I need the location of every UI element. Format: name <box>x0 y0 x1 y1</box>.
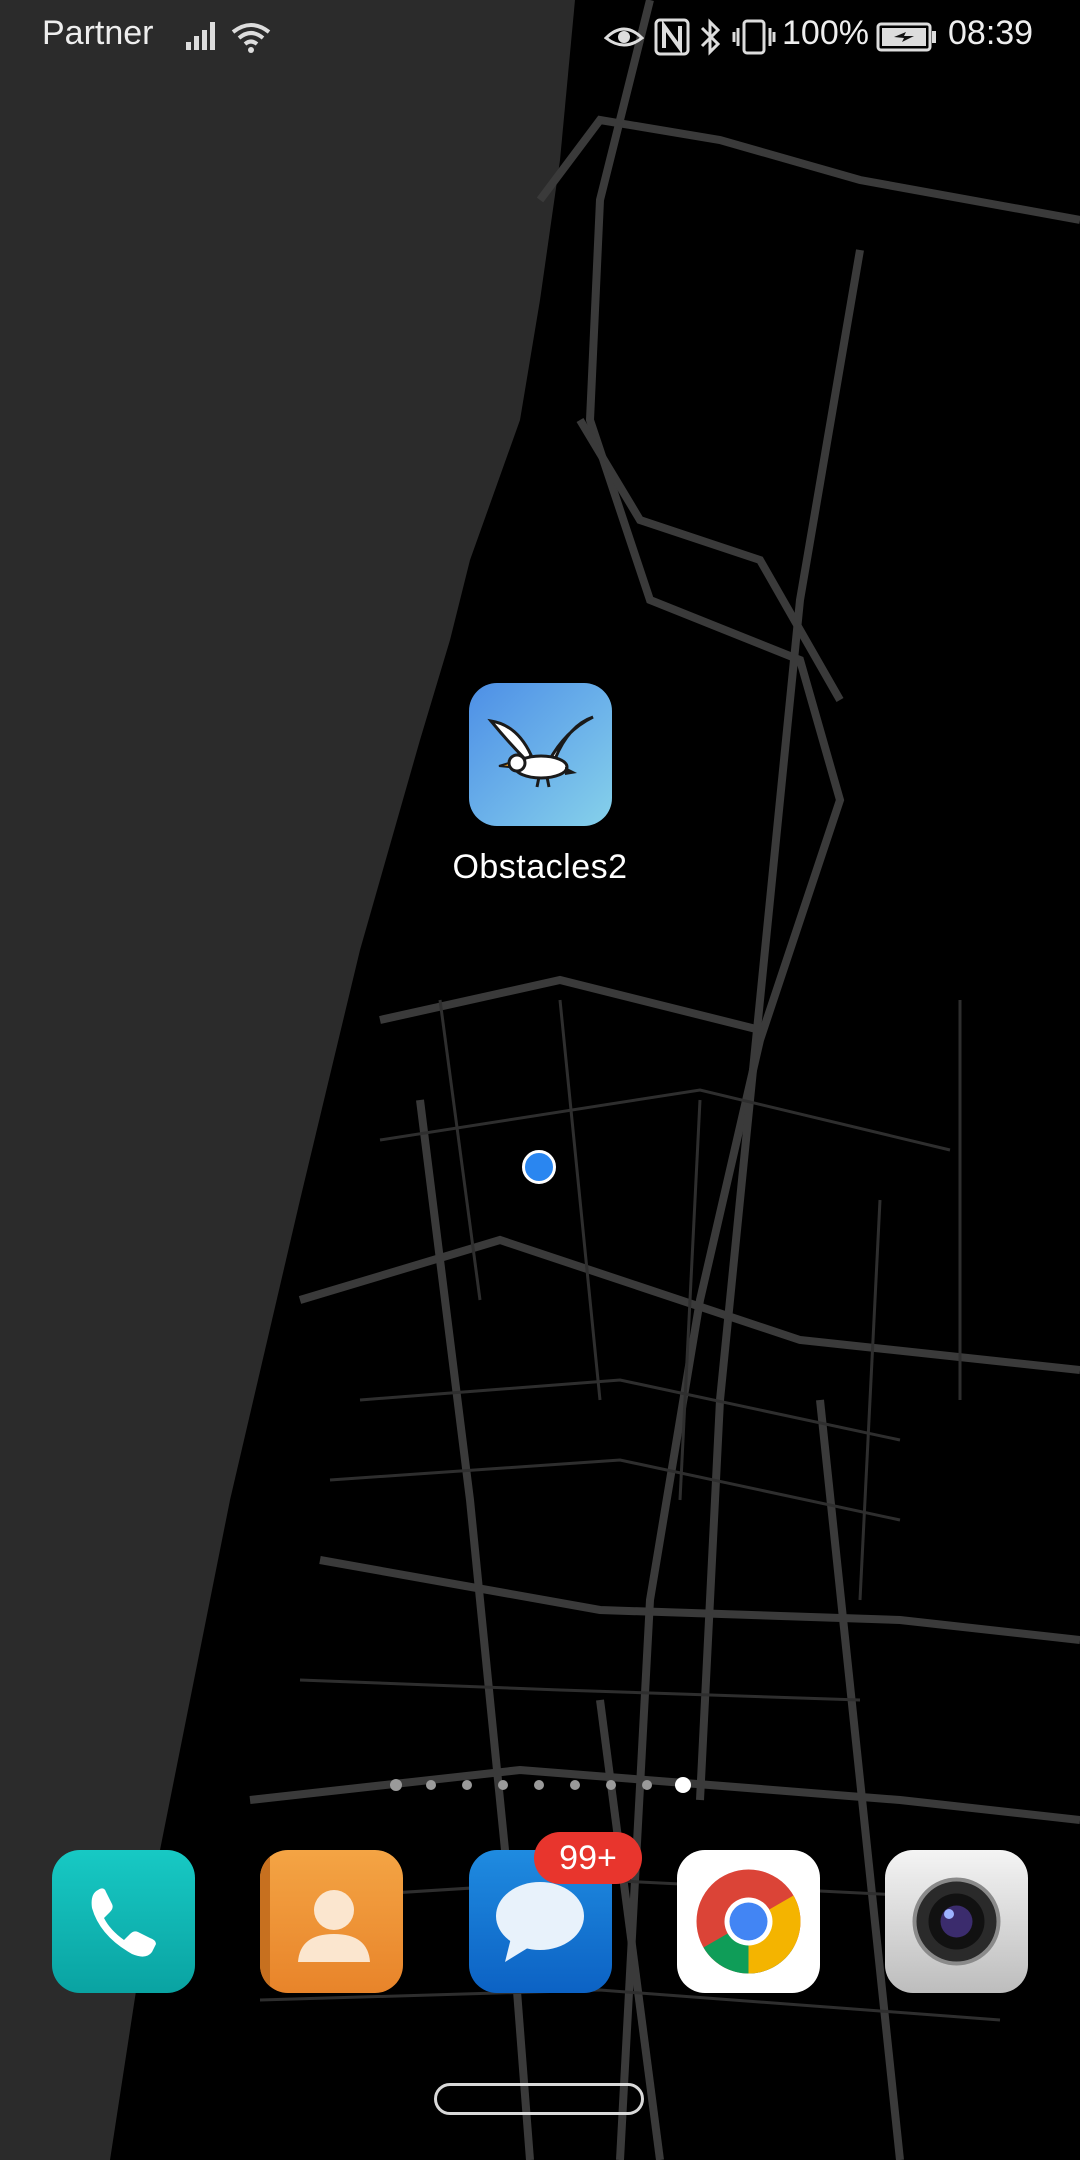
page-dot-home[interactable] <box>390 1779 402 1791</box>
page-dot-active[interactable] <box>675 1777 691 1793</box>
page-dot[interactable] <box>534 1780 544 1790</box>
dock-contacts[interactable] <box>260 1850 403 1993</box>
carrier-name: Partner <box>42 14 154 52</box>
app-obstacles2[interactable]: Obstacles2 <box>450 683 630 887</box>
bluetooth-icon <box>700 18 721 56</box>
home-gesture-bar[interactable] <box>434 2083 644 2115</box>
phone-icon <box>91 1888 156 1957</box>
page-dot[interactable] <box>642 1780 652 1790</box>
clock: 08:39 <box>948 14 1034 52</box>
page-dot[interactable] <box>426 1780 436 1790</box>
dock-chrome[interactable] <box>677 1850 820 1993</box>
chrome-icon <box>696 1869 801 1974</box>
dock-camera[interactable] <box>885 1850 1028 1993</box>
status-bar: Partner 100% 08:39 <box>0 0 1080 74</box>
battery-percent: 100% <box>782 14 869 52</box>
page-indicator <box>380 1776 700 1796</box>
map-wallpaper <box>0 0 1080 2160</box>
camera-icon <box>912 1877 1001 1966</box>
app-label: Obstacles2 <box>452 848 628 886</box>
contacts-icon <box>260 1850 370 1993</box>
wifi-icon <box>231 23 271 53</box>
page-dot[interactable] <box>498 1780 508 1790</box>
page-dot[interactable] <box>606 1780 616 1790</box>
eye-icon <box>604 27 644 47</box>
battery-charging-icon <box>876 22 936 52</box>
page-dot[interactable] <box>570 1780 580 1790</box>
dock-phone[interactable] <box>52 1850 195 1993</box>
vibrate-icon <box>732 19 776 55</box>
signal-icon <box>186 22 215 50</box>
seagull-icon <box>468 683 612 826</box>
nfc-icon <box>654 18 690 56</box>
notification-badge: 99+ <box>534 1832 642 1884</box>
location-marker <box>522 1150 556 1184</box>
page-dot[interactable] <box>462 1780 472 1790</box>
